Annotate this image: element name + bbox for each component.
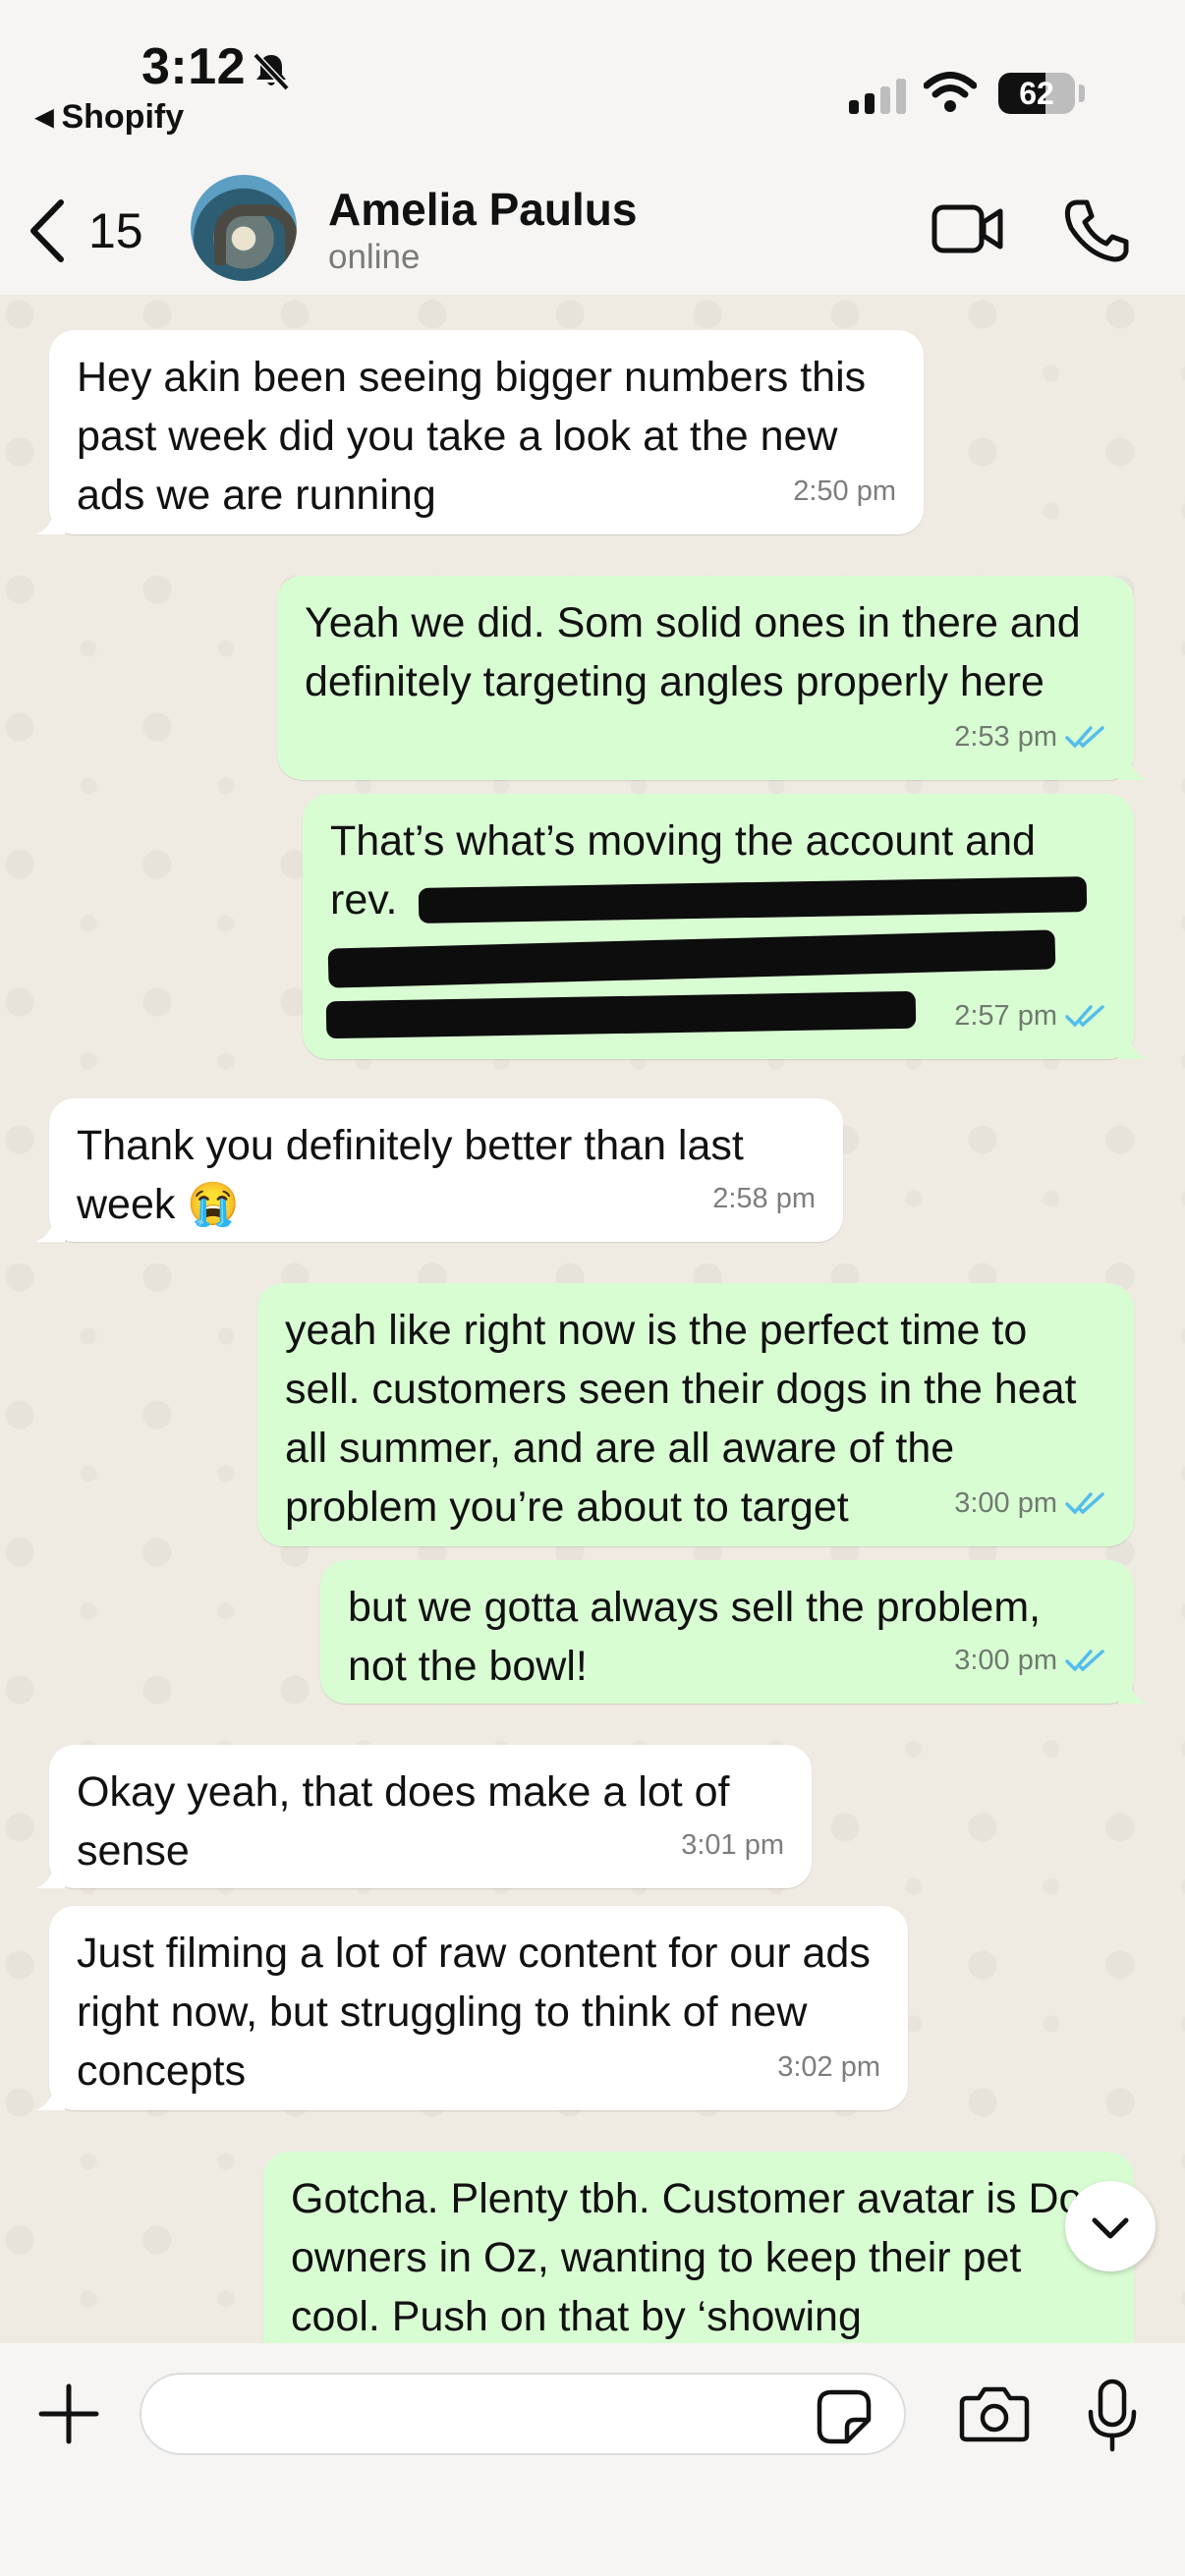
unread-count: 15	[88, 203, 143, 258]
message-text: Gotcha. Plenty tbh. Customer avatar is D…	[291, 2175, 1106, 2340]
double-check-icon	[1065, 1005, 1104, 1028]
message-meta: 2:53 pm	[954, 707, 1106, 766]
bubble-tail	[35, 1216, 65, 1242]
message-meta: 3:00 pm	[954, 1631, 1106, 1690]
status-bar: 3:12 ◀ Shopify 62	[0, 0, 1185, 147]
back-app-label: Shopify	[61, 98, 185, 136]
phone-icon[interactable]	[1063, 198, 1130, 268]
battery-percent: 62	[1019, 76, 1054, 111]
message-text: but we gotta always sell the problem, no…	[348, 1584, 1042, 1690]
chat-header: 15 Amelia Paulus online	[0, 147, 1185, 295]
bell-slash-icon	[250, 49, 293, 97]
message-time: 3:00 pm	[954, 1645, 1057, 1676]
composer-bar	[0, 2343, 1185, 2576]
bubble-tail	[1118, 1034, 1148, 1059]
sticker-icon[interactable]	[816, 2388, 873, 2450]
plus-icon[interactable]	[35, 2380, 102, 2452]
message-meta: 3:00 pm	[954, 1474, 1106, 1533]
message-text: Hey akin been seeing bigger numbers this…	[77, 354, 867, 519]
message-time: 2:58 pm	[712, 1183, 816, 1214]
message-time: 3:01 pm	[681, 1829, 784, 1861]
message-bubble-incoming[interactable]: Thank you definitely better than last we…	[35, 1098, 843, 1242]
bubble-tail	[1118, 755, 1148, 780]
message-bubble-outgoing[interactable]: but we gotta always sell the problem, no…	[320, 1560, 1148, 1704]
double-check-icon	[1065, 1492, 1104, 1515]
chevron-down-icon	[1092, 2217, 1129, 2239]
bubble-tail	[1118, 1678, 1148, 1704]
wifi-icon	[923, 71, 978, 119]
message-text: Yeah we did. Som solid ones in there and…	[305, 599, 1081, 705]
message-text: Thank you definitely better than last we…	[77, 1122, 744, 1228]
bubble-tail	[35, 509, 65, 534]
microphone-icon[interactable]	[1085, 2379, 1140, 2458]
camera-icon[interactable]	[959, 2384, 1030, 2448]
bubble-tail	[35, 2085, 65, 2110]
redaction-mark	[325, 990, 917, 1039]
battery-icon: 62	[998, 73, 1075, 114]
scroll-to-bottom-button[interactable]	[1065, 2181, 1156, 2271]
message-input[interactable]	[140, 2373, 906, 2455]
contact-status: online	[328, 238, 421, 276]
back-triangle-icon: ◀	[35, 104, 54, 131]
back-button[interactable]: 15	[18, 196, 165, 265]
message-meta: 2:57 pm	[954, 986, 1106, 1045]
message-bubble-outgoing[interactable]: yeah like right now is the perfect time …	[257, 1283, 1134, 1546]
video-call-icon[interactable]	[931, 202, 1004, 260]
cellular-signal-icon	[849, 79, 908, 119]
message-bubble-incoming[interactable]: Okay yeah, that does make a lot of sense…	[35, 1745, 812, 1888]
redaction-mark	[418, 876, 1088, 924]
message-time: 3:00 pm	[954, 1487, 1057, 1519]
redaction-mark	[327, 929, 1056, 988]
message-bubble-outgoing[interactable]: Gotcha. Plenty tbh. Customer avatar is D…	[263, 2152, 1134, 2343]
double-check-icon	[1065, 1650, 1104, 1672]
message-time: 3:02 pm	[777, 2051, 880, 2083]
message-bubble-incoming[interactable]: Hey akin been seeing bigger numbers this…	[35, 330, 924, 534]
contact-name[interactable]: Amelia Paulus	[328, 183, 637, 236]
double-check-icon	[1065, 726, 1104, 749]
battery-tip	[1079, 84, 1085, 102]
back-to-app-link[interactable]: ◀ Shopify	[35, 98, 184, 137]
message-bubble-outgoing[interactable]: Yeah we did. Som solid ones in there and…	[277, 576, 1148, 780]
message-text: Just filming a lot of raw content for ou…	[77, 1930, 871, 2095]
message-bubble-incoming[interactable]: Just filming a lot of raw content for ou…	[35, 1906, 908, 2110]
message-bubble-outgoing[interactable]: That’s what’s moving the account and rev…	[303, 794, 1148, 1059]
message-time: 2:57 pm	[954, 1000, 1057, 1032]
message-time: 2:50 pm	[793, 476, 896, 507]
message-list[interactable]: Hey akin been seeing bigger numbers this…	[0, 295, 1185, 2343]
status-time: 3:12	[141, 38, 247, 95]
avatar[interactable]	[191, 175, 297, 281]
bubble-tail	[35, 1863, 65, 1888]
message-text: Okay yeah, that does make a lot of sense	[77, 1768, 730, 1875]
message-time: 2:53 pm	[954, 721, 1057, 753]
